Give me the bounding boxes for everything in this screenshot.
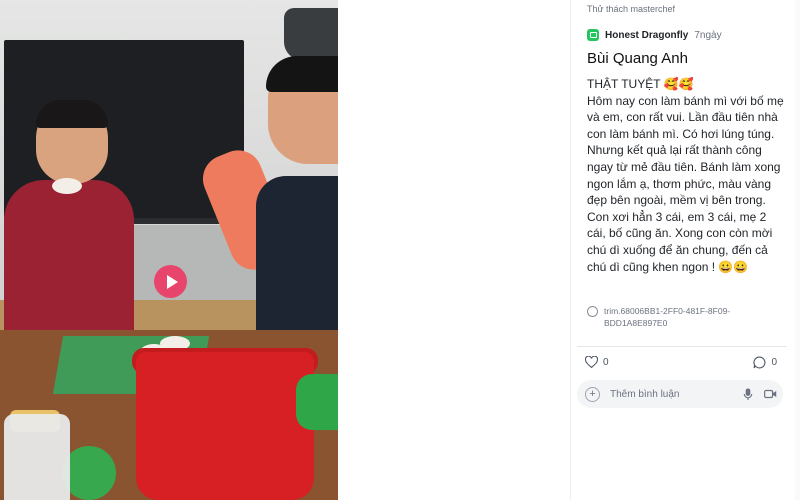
post-time: 7ngày <box>694 29 722 41</box>
microphone-icon[interactable] <box>740 386 756 402</box>
divider <box>577 346 787 347</box>
breadcrumb[interactable]: Thử thách masterchef <box>587 4 675 14</box>
scrollbar[interactable] <box>795 0 800 500</box>
video-scene-child-left-hair <box>36 100 108 128</box>
like-count: 0 <box>603 356 609 368</box>
comment-icon <box>753 356 766 369</box>
post-body: THẬT TUYỆT 🥰🥰 Hôm nay con làm bánh mì vớ… <box>587 77 784 274</box>
video-camera-icon[interactable] <box>762 386 778 402</box>
post-panel: Thử thách masterchef Honest Dragonfly 7n… <box>570 0 800 500</box>
like-button[interactable]: 0 <box>585 356 609 368</box>
video-scene-dough <box>52 178 82 194</box>
comment-count-button[interactable]: 0 <box>753 356 777 369</box>
attachment-name: trim.68006BB1-2FF0-481F-8F09-BDD1A8E897E… <box>604 306 731 328</box>
video-scene-green-bowl <box>296 374 338 430</box>
heart-icon <box>585 356 598 368</box>
play-icon[interactable] <box>154 265 187 298</box>
post-title: Bùi Quang Anh <box>587 50 688 67</box>
comment-count: 0 <box>771 357 777 368</box>
video-scene-jar <box>4 414 70 500</box>
author-name[interactable]: Honest Dragonfly <box>605 30 688 41</box>
video-scene-child-left <box>4 180 134 355</box>
video-scene-green-bowl <box>62 446 116 500</box>
attachment[interactable]: trim.68006BB1-2FF0-481F-8F09-BDD1A8E897E… <box>587 305 734 329</box>
author-avatar-icon <box>587 29 599 41</box>
attachment-icon <box>587 306 598 317</box>
video-player[interactable] <box>0 0 338 500</box>
author-row: Honest Dragonfly 7ngày <box>587 29 722 41</box>
video-scene-bowl <box>136 352 314 500</box>
video-scene-lamp <box>284 8 338 60</box>
plus-icon[interactable]: + <box>585 386 600 402</box>
comment-box: + <box>577 380 783 408</box>
comment-input[interactable] <box>610 388 730 400</box>
